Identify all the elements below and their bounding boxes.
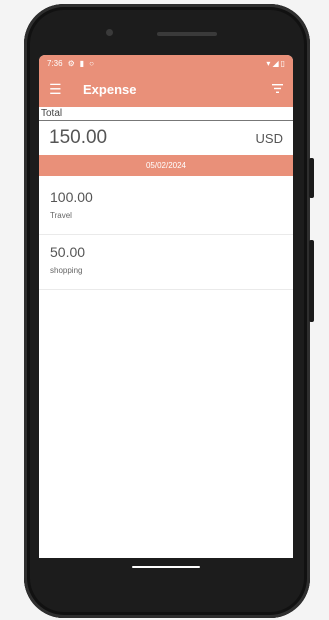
earpiece-speaker	[157, 32, 217, 36]
app-title: Expense	[83, 81, 137, 97]
expense-category: shopping	[50, 266, 83, 275]
date-header[interactable]: 05/02/2024	[39, 155, 293, 176]
total-label: Total	[39, 107, 293, 121]
battery-icon: ▯	[280, 58, 285, 68]
sync-icon: ○	[89, 58, 94, 68]
list-item[interactable]: 50.00 shopping	[39, 235, 293, 290]
app-screen: 7:36 ⚙ ▮ ○ ▾ ◢ ▯ ☰ Expense Total 150.00 …	[39, 55, 293, 558]
expense-amount: 100.00	[50, 189, 93, 205]
expense-amount: 50.00	[50, 244, 86, 260]
front-camera	[106, 29, 113, 36]
status-bar: 7:36 ⚙ ▮ ○ ▾ ◢ ▯	[39, 55, 293, 71]
home-gesture-bar[interactable]	[132, 566, 200, 568]
volume-button	[309, 240, 314, 322]
expense-category: Travel	[50, 211, 72, 220]
total-summary: 150.00 USD	[39, 121, 293, 155]
sd-card-icon: ▮	[79, 58, 85, 68]
status-time: 7:36	[47, 58, 63, 68]
signal-icon: ◢	[272, 58, 279, 68]
app-bar: ☰ Expense	[39, 71, 293, 107]
expense-list: 100.00 Travel 50.00 shopping	[39, 180, 293, 290]
menu-icon[interactable]: ☰	[49, 82, 63, 96]
settings-icon: ⚙	[67, 58, 75, 68]
power-button	[309, 158, 314, 198]
total-currency: USD	[255, 130, 283, 146]
filter-icon[interactable]	[272, 82, 283, 96]
wifi-icon: ▾	[266, 58, 271, 68]
list-item[interactable]: 100.00 Travel	[39, 180, 293, 235]
total-amount: 150.00	[49, 127, 108, 148]
